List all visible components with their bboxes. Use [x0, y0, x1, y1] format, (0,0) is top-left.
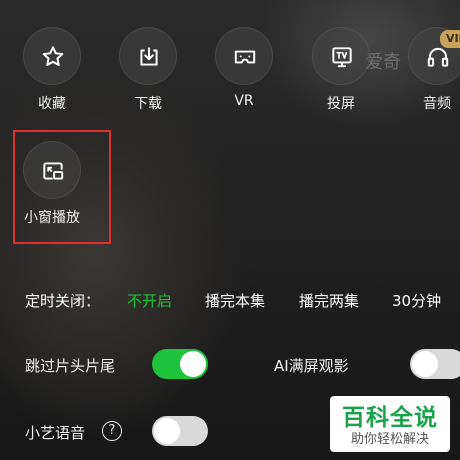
- cast-button[interactable]: [312, 27, 370, 85]
- timer-option-off[interactable]: 不开启: [127, 290, 172, 311]
- player-more-settings-panel: 收藏 下载 VR 投屏 音频 VI 小窗播放 定时关闭： 不开启 播完本集 播完…: [0, 0, 460, 460]
- toggle-knob: [180, 351, 206, 377]
- help-icon[interactable]: ?: [102, 421, 122, 441]
- timer-option-end-two-episodes[interactable]: 播完两集: [299, 290, 359, 311]
- vip-badge: VIP: [440, 30, 460, 48]
- favorite-label: 收藏: [38, 96, 66, 112]
- cast-label: 投屏: [327, 96, 355, 112]
- skip-intro-outro-label: 跳过片头片尾: [25, 357, 116, 375]
- timer-option-end-episode[interactable]: 播完本集: [205, 290, 265, 311]
- voice-assistant-toggle[interactable]: [152, 416, 208, 446]
- vr-label: VR: [234, 93, 254, 109]
- audio-label: 音频: [423, 96, 451, 112]
- watermark-subtitle: 助你轻松解决: [350, 432, 429, 447]
- download-icon: [140, 47, 158, 66]
- download-button[interactable]: [119, 27, 177, 85]
- star-icon: [42, 46, 64, 66]
- skip-intro-outro-toggle[interactable]: [152, 349, 208, 379]
- sleep-timer-label: 定时关闭：: [25, 292, 101, 310]
- vr-button[interactable]: [215, 27, 273, 85]
- voice-assistant-label: 小艺语音: [25, 424, 86, 442]
- sleep-timer-row: 定时关闭： 不开启 播完本集 播完两集 30分钟: [25, 290, 460, 312]
- timer-option-30-minutes[interactable]: 30分钟: [392, 290, 441, 311]
- toggle-knob: [154, 418, 180, 444]
- toggle-knob: [412, 351, 438, 377]
- ai-fullscreen-label: AI满屏观影: [274, 357, 349, 375]
- watermark-title: 百科全说: [342, 405, 438, 431]
- download-label: 下载: [134, 96, 162, 112]
- tv-cast-icon: [332, 47, 352, 68]
- highlight-annotation-box: [13, 130, 111, 244]
- vr-headset-icon: [234, 50, 256, 64]
- ai-fullscreen-toggle[interactable]: [410, 349, 460, 379]
- favorite-button[interactable]: [23, 27, 81, 85]
- baike-watermark-logo: 百科全说 助你轻松解决: [330, 396, 450, 452]
